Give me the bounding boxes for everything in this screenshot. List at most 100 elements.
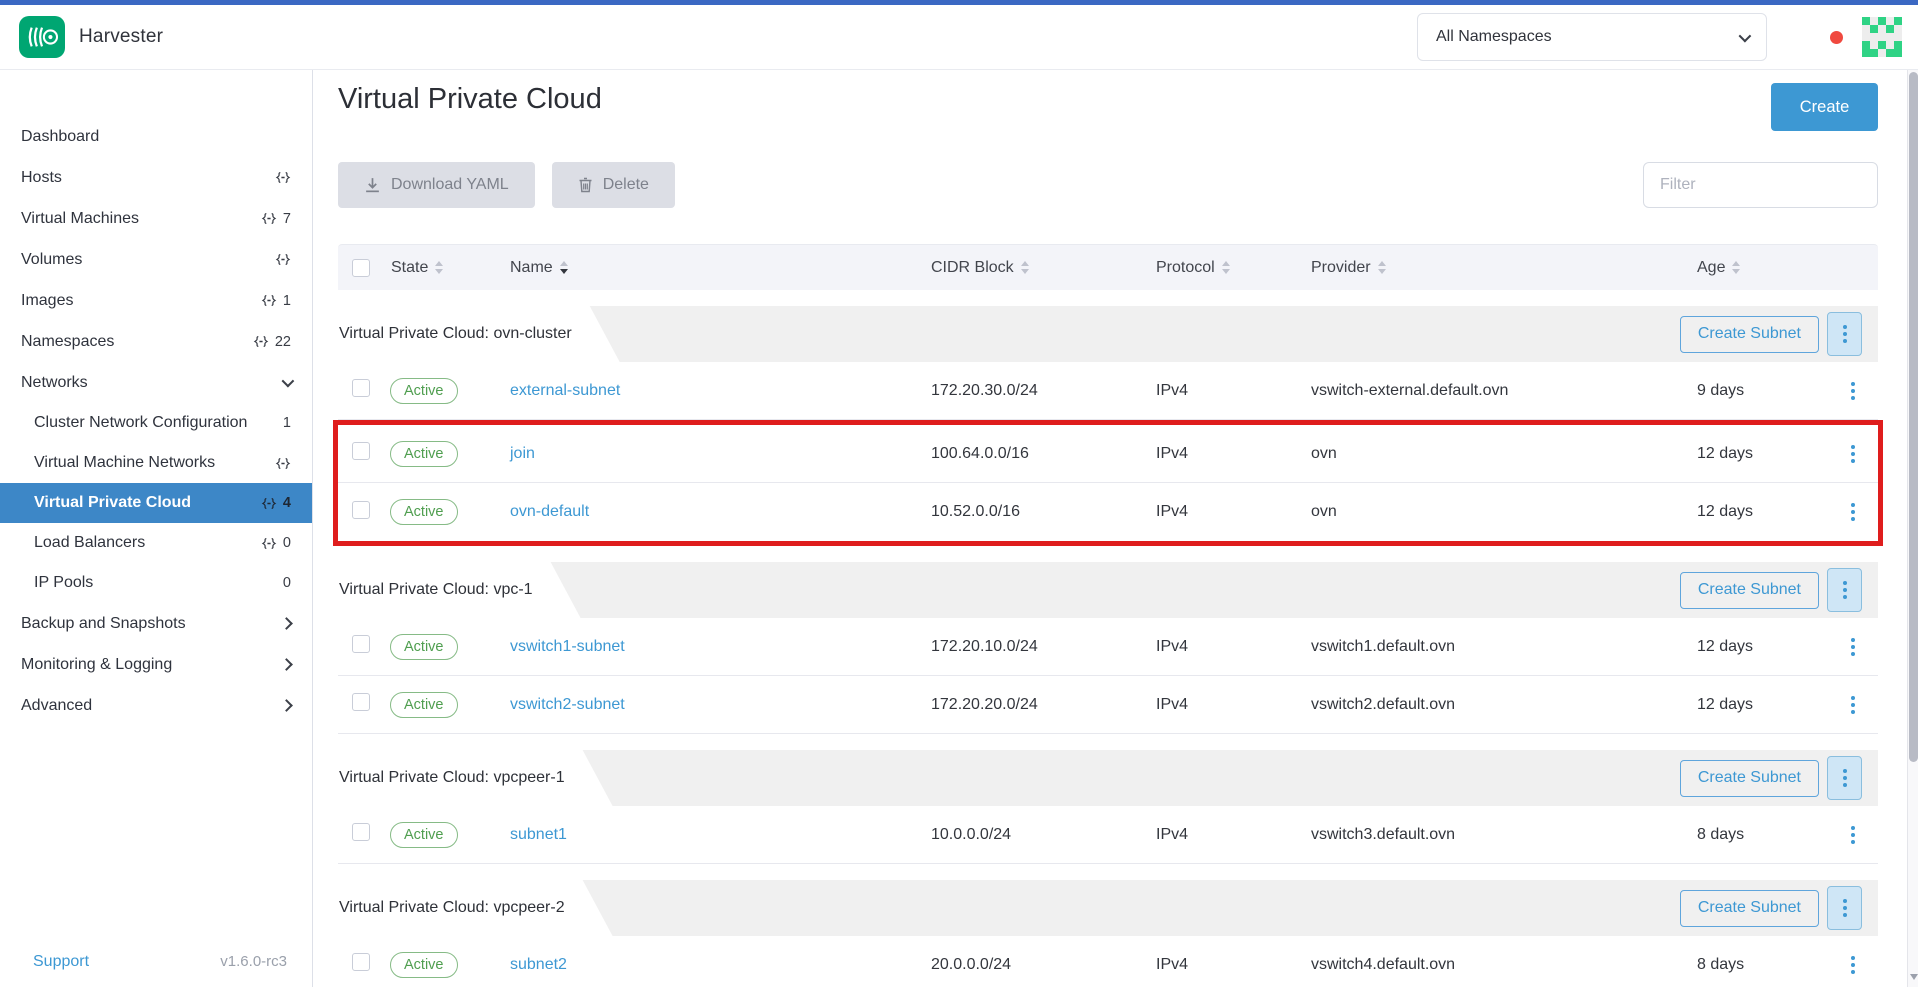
sidebar-item-virtual-machines[interactable]: Virtual Machines7 [0,198,312,239]
app-header: Harvester All Namespaces [0,5,1918,70]
vertical-scrollbar[interactable] [1907,70,1918,987]
sidebar-item-label: IP Pools [34,574,93,592]
sidebar-item-monitoring-logging[interactable]: Monitoring & Logging [0,644,312,685]
group-kebab-menu-button[interactable] [1827,756,1862,800]
row-kebab-menu-button[interactable] [1840,952,1866,978]
sidebar-footer: Support v1.6.0-rc3 [33,953,287,971]
sidebar-item-dashboard[interactable]: Dashboard [0,116,312,157]
group-kebab-menu-button[interactable] [1827,886,1862,930]
row-checkbox[interactable] [352,442,370,460]
namespace-select[interactable]: All Namespaces [1417,13,1767,61]
group-kebab-menu-button[interactable] [1827,568,1862,612]
kebab-menu-icon [1851,503,1855,521]
create-subnet-button[interactable]: Create Subnet [1680,316,1819,353]
avatar-pixel [1878,17,1886,25]
sidebar-item-label: Virtual Machine Networks [34,454,215,472]
avatar-pixel [1862,33,1870,41]
vpc-group-header: Virtual Private Cloud: vpcpeer-2Create S… [338,880,1878,936]
vpc-group-header: Virtual Private Cloud: vpcpeer-1Create S… [338,750,1878,806]
sidebar-item-label: Virtual Private Cloud [34,494,191,512]
row-checkbox[interactable] [352,635,370,653]
sort-carets-icon [560,261,568,274]
create-button[interactable]: Create [1771,83,1878,131]
row-kebab-menu-button[interactable] [1840,822,1866,848]
column-header-provider[interactable]: Provider [1309,259,1687,277]
row-cidr-cell: 172.20.10.0/24 [929,638,1154,656]
scrollbar-thumb[interactable] [1909,72,1918,762]
harvester-logo-icon[interactable] [19,16,65,58]
row-kebab-menu-button[interactable] [1840,634,1866,660]
sidebar-item-cluster-network-configuration[interactable]: Cluster Network Configuration1 [0,403,312,443]
sidebar-item-label: Images [21,292,73,310]
row-checkbox[interactable] [352,501,370,519]
sidebar-item-meta: 4 [261,495,291,511]
subnet-link[interactable]: ovn-default [510,503,589,520]
status-badge: Active [390,634,458,660]
subnet-link[interactable]: vswitch2-subnet [510,696,625,713]
row-kebab-menu-button[interactable] [1840,499,1866,525]
group-rows: Activesubnet220.0.0.0/24IPv4vswitch4.def… [338,936,1878,987]
sidebar-item-hosts[interactable]: Hosts [0,157,312,198]
chevron-right-icon [280,658,293,671]
row-kebab-menu-button[interactable] [1840,692,1866,718]
download-yaml-button[interactable]: Download YAML [338,162,535,208]
subnet-link[interactable]: external-subnet [510,382,620,399]
kebab-menu-icon [1851,382,1855,400]
subnet-link[interactable]: subnet2 [510,956,567,973]
column-header-age[interactable]: Age [1687,259,1827,277]
sort-carets-icon [435,261,443,274]
sidebar-item-virtual-machine-networks[interactable]: Virtual Machine Networks [0,443,312,483]
sidebar-item-label: Dashboard [21,128,99,146]
sidebar-item-images[interactable]: Images1 [0,280,312,321]
row-protocol-cell: IPv4 [1154,638,1309,656]
row-checkbox[interactable] [352,379,370,397]
row-kebab-menu-button[interactable] [1840,378,1866,404]
row-checkbox[interactable] [352,823,370,841]
create-subnet-button[interactable]: Create Subnet [1680,890,1819,927]
user-avatar[interactable] [1862,17,1902,57]
column-header-protocol[interactable]: Protocol [1154,259,1309,277]
row-protocol-cell: IPv4 [1154,445,1309,463]
scrollbar-down-arrow-icon[interactable] [1910,974,1918,980]
column-header-cidr-block[interactable]: CIDR Block [929,259,1154,277]
sidebar-item-namespaces[interactable]: Namespaces22 [0,321,312,362]
row-checkbox-cell [338,442,382,465]
support-link[interactable]: Support [33,953,89,971]
column-header-state[interactable]: State [382,259,508,277]
sidebar-item-count: 1 [283,415,291,431]
delete-label: Delete [603,176,649,194]
row-kebab-cell [1827,692,1878,718]
sidebar-item-advanced[interactable]: Advanced [0,685,312,726]
row-provider-cell: vswitch4.default.ovn [1309,956,1687,974]
create-subnet-button[interactable]: Create Subnet [1680,572,1819,609]
row-checkbox[interactable] [352,953,370,971]
row-state-cell: Active [382,952,508,978]
row-checkbox[interactable] [352,693,370,711]
column-header-name[interactable]: Name [508,259,929,277]
delete-button[interactable]: Delete [552,162,675,208]
sidebar-item-meta [275,457,291,470]
avatar-pixel [1870,41,1878,49]
filter-input[interactable] [1643,162,1878,208]
subnet-link[interactable]: vswitch1-subnet [510,638,625,655]
row-kebab-menu-button[interactable] [1840,441,1866,467]
sidebar-item-volumes[interactable]: Volumes [0,239,312,280]
sidebar-item-load-balancers[interactable]: Load Balancers0 [0,523,312,563]
group-kebab-menu-button[interactable] [1827,312,1862,356]
sidebar-item-backup-and-snapshots[interactable]: Backup and Snapshots [0,603,312,644]
kebab-menu-icon [1843,769,1847,787]
sidebar-item-virtual-private-cloud[interactable]: Virtual Private Cloud 4 [0,483,312,523]
vpc-group-label: Virtual Private Cloud: ovn-cluster [338,306,620,362]
column-header-label: CIDR Block [931,259,1014,277]
sidebar-item-meta [282,619,291,628]
chevron-down-icon [282,375,295,388]
vpc-table: StateNameCIDR Block ProtocolProviderAge V… [338,244,1878,987]
create-subnet-button[interactable]: Create Subnet [1680,760,1819,797]
subnet-link[interactable]: join [510,445,535,462]
kebab-menu-icon [1851,638,1855,656]
subnet-link[interactable]: subnet1 [510,826,567,843]
select-all-checkbox[interactable] [352,259,370,277]
sidebar-item-ip-pools[interactable]: IP Pools0 [0,563,312,603]
sidebar-item-networks[interactable]: Networks [0,362,312,403]
sidebar-item-count: 4 [283,495,291,511]
